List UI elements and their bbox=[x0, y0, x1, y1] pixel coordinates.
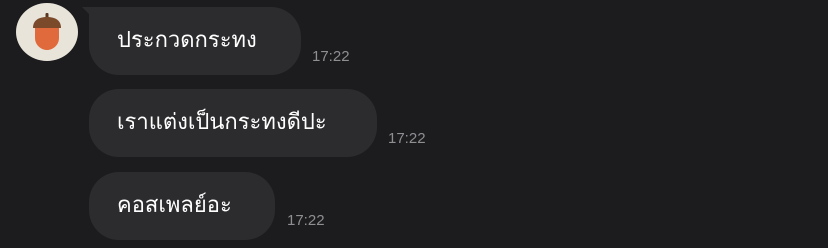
chat-thread: ประกวดกระทง 17:22 เราแต่งเป็นกระทงดีปะ 1… bbox=[0, 0, 828, 248]
message-bubble[interactable]: ประกวดกระทง bbox=[89, 7, 301, 75]
message-timestamp: 17:22 bbox=[388, 130, 426, 147]
message-text: คอสเพลย์อะ bbox=[117, 193, 232, 218]
message-text: ประกวดกระทง bbox=[117, 28, 257, 53]
contact-avatar[interactable] bbox=[16, 3, 78, 61]
message-bubble[interactable]: เราแต่งเป็นกระทงดีปะ bbox=[89, 89, 377, 157]
message-bubble[interactable]: คอสเพลย์อะ bbox=[89, 172, 275, 240]
message-text: เราแต่งเป็นกระทงดีปะ bbox=[117, 110, 327, 135]
message-timestamp: 17:22 bbox=[287, 212, 325, 229]
acorn-icon bbox=[33, 13, 61, 50]
message-timestamp: 17:22 bbox=[312, 48, 350, 65]
